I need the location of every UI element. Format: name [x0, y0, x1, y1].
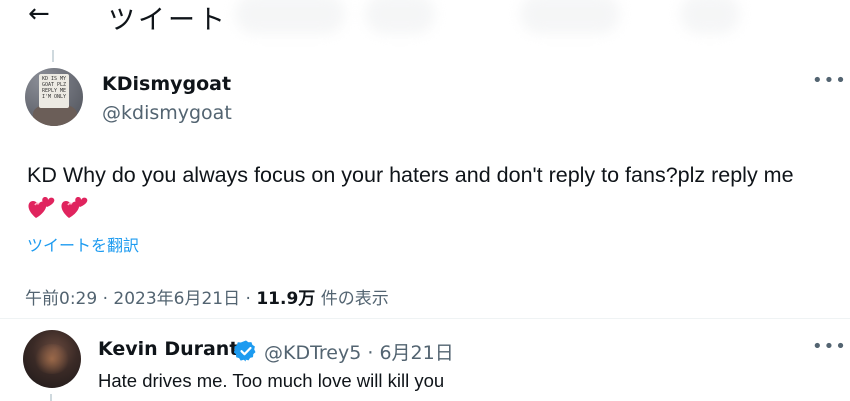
tweet-text: KD Why do you always focus on your hater…	[27, 158, 817, 232]
divider	[0, 318, 850, 319]
views-label: 件の表示	[320, 289, 389, 309]
thread-line	[50, 394, 52, 401]
reply-display-name[interactable]: Kevin Durant	[98, 338, 238, 360]
avatar-photo	[33, 344, 71, 374]
verified-badge-icon	[234, 340, 256, 362]
more-horizontal-icon[interactable]: •••	[812, 336, 847, 357]
reply-handle-and-date: @KDTrey5 · 6月21日	[264, 338, 454, 365]
tweet-body: KD Why do you always focus on your hater…	[27, 163, 794, 187]
top-bar: ← ツイート	[0, 0, 850, 36]
reply-text: Hate drives me. Too much love will kill …	[98, 370, 445, 391]
views-count: 11.9万	[256, 289, 316, 309]
hearts-icon	[28, 197, 88, 218]
author-display-name[interactable]: KDismygoat	[102, 73, 231, 95]
translate-link[interactable]: ツイートを翻訳	[27, 232, 139, 256]
blurred-tab	[520, 0, 620, 34]
tweet-date[interactable]: 2023年6月21日	[113, 289, 240, 309]
page-title: ツイート	[108, 5, 228, 36]
separator: ·	[367, 342, 374, 364]
reply-date[interactable]: 6月21日	[379, 342, 453, 364]
author-handle[interactable]: @kdismygoat	[102, 102, 232, 124]
tweet-metadata: 午前0:29 · 2023年6月21日 · 11.9万 件の表示	[25, 284, 389, 309]
avatar[interactable]: KD IS MY GOAT PLZ REPLY ME I'M ONLY	[25, 68, 83, 126]
separator: ·	[102, 289, 108, 309]
blurred-tab	[680, 0, 740, 34]
avatar-sign: KD IS MY GOAT PLZ REPLY ME I'M ONLY	[39, 74, 69, 108]
separator: ·	[245, 289, 251, 309]
thread-line	[52, 50, 54, 62]
blurred-tab	[365, 0, 435, 34]
blurred-tab	[235, 0, 345, 34]
revolving-hearts-emoji	[27, 193, 93, 232]
tweet-time[interactable]: 午前0:29	[25, 289, 97, 309]
reply-handle[interactable]: @KDTrey5	[264, 342, 361, 364]
arrow-left-icon[interactable]: ←	[28, 0, 50, 28]
more-horizontal-icon[interactable]: •••	[812, 70, 847, 91]
reply-avatar[interactable]	[23, 330, 81, 388]
